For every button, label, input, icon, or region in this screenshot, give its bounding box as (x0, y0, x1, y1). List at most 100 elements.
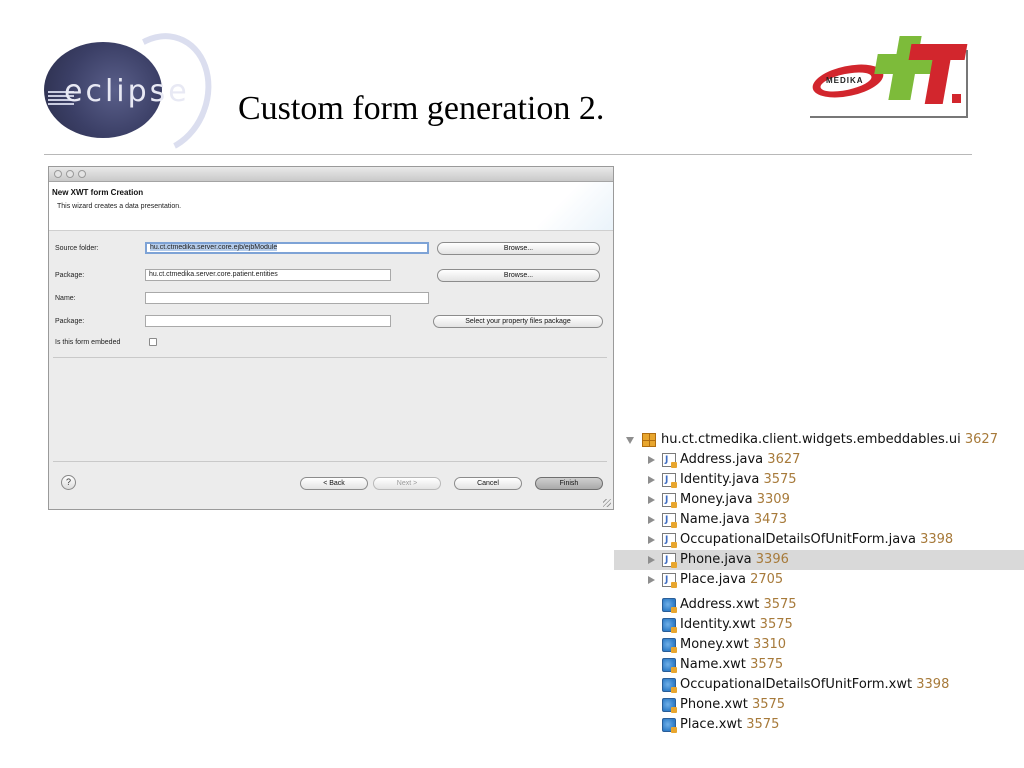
resize-grip-icon[interactable] (603, 499, 611, 507)
collapsed-arrow-icon[interactable] (648, 576, 655, 584)
tree-item-text: Address.xwt 3575 (680, 595, 797, 615)
tree-item-text: Phone.java 3396 (680, 550, 789, 570)
java-file-icon (662, 450, 677, 470)
java-file-icon (662, 550, 677, 570)
minimize-window-button[interactable] (66, 170, 74, 178)
eclipse-logo: eclipse (44, 18, 229, 170)
xwt-file-icon (662, 678, 677, 693)
collapsed-arrow-icon[interactable] (648, 496, 655, 504)
back-button[interactable]: < Back (300, 477, 368, 490)
package-label: Package: (55, 272, 85, 279)
name-input[interactable] (145, 292, 429, 304)
tree-item-name: Address.xwt (680, 597, 760, 612)
xwt-file-icon (662, 658, 677, 673)
finish-button[interactable]: Finish (535, 477, 603, 490)
tree-root-package[interactable]: hu.ct.ctmedika.client.widgets.embeddable… (614, 430, 1024, 450)
browse-package-button[interactable]: Browse... (437, 269, 600, 282)
tree-item-revision: 3627 (767, 452, 801, 467)
tree-item[interactable]: Money.java 3309 (614, 490, 1024, 510)
java-file-icon (662, 490, 677, 510)
tree-item-revision: 3309 (756, 492, 790, 507)
tree-item[interactable]: Money.xwt 3310 (614, 635, 1024, 655)
java-file-icon (662, 510, 677, 530)
tree-item-text: Name.java 3473 (680, 510, 787, 530)
browse-source-folder-button[interactable]: Browse... (437, 242, 600, 255)
expand-arrow-icon[interactable] (626, 437, 634, 444)
source-folder-input[interactable]: hu.ct.ctmedika.server.core.ejb/ejbModule (145, 242, 429, 254)
tree-item-revision: 3575 (750, 657, 784, 672)
header-divider (44, 154, 972, 155)
tree-item-revision: 3473 (753, 512, 787, 527)
tree-item-text: OccupationalDetailsOfUnitForm.xwt 3398 (680, 675, 949, 695)
tree-item[interactable]: Phone.xwt 3575 (614, 695, 1024, 715)
tree-item-name: Place.java (680, 572, 746, 587)
tree-item-name: Identity.java (680, 472, 760, 487)
tree-item-name: Identity.xwt (680, 617, 756, 632)
collapsed-arrow-icon[interactable] (648, 516, 655, 524)
tree-item-name: Money.java (680, 492, 753, 507)
tree-root-name: hu.ct.ctmedika.client.widgets.embeddable… (661, 432, 961, 447)
xwt-file-icon (662, 598, 677, 613)
property-package-input[interactable] (145, 315, 391, 327)
package-input[interactable]: hu.ct.ctmedika.server.core.patient.entit… (145, 269, 391, 281)
slide-title: Custom form generation 2. (238, 90, 605, 127)
tree-item-revision: 3398 (916, 677, 950, 692)
zoom-window-button[interactable] (78, 170, 86, 178)
tree-item-revision: 3310 (752, 637, 787, 652)
tree-item-selected[interactable]: Phone.java 3396 (614, 550, 1024, 570)
collapsed-arrow-icon[interactable] (648, 556, 655, 564)
tree-item-text: Address.java 3627 (680, 450, 800, 470)
tree-item[interactable]: Place.java 2705 (614, 570, 1024, 590)
ctmedika-logo-text: MEDIKA (826, 76, 864, 85)
tree-item-text: Place.java 2705 (680, 570, 783, 590)
collapsed-arrow-icon[interactable] (648, 456, 655, 464)
tree-item-revision: 3575 (759, 617, 793, 632)
close-window-button[interactable] (54, 170, 62, 178)
help-button[interactable]: ? (61, 475, 76, 490)
eclipse-logo-text: eclipse (64, 74, 190, 109)
tree-item-name: Phone.java (680, 552, 752, 567)
tree-item[interactable]: Address.xwt 3575 (614, 595, 1024, 615)
tree-item[interactable]: OccupationalDetailsOfUnitForm.xwt 3398 (614, 675, 1024, 695)
xwt-file-icon (662, 698, 677, 713)
footer-divider (53, 461, 607, 462)
tree-item-revision: 3575 (763, 597, 797, 612)
tree-item-text: Money.java 3309 (680, 490, 790, 510)
java-file-icon (662, 470, 677, 490)
tree-item-text: Phone.xwt 3575 (680, 695, 785, 715)
tree-item-revision: 2705 (750, 572, 784, 587)
cancel-button[interactable]: Cancel (454, 477, 522, 490)
tree-item[interactable]: Name.java 3473 (614, 510, 1024, 530)
next-button[interactable]: Next > (373, 477, 441, 490)
collapsed-arrow-icon[interactable] (648, 476, 655, 484)
banner-decoration (533, 182, 613, 230)
tree-item-name: Place.xwt (680, 717, 743, 732)
java-file-icon (662, 570, 677, 590)
tree-item-text: Identity.java 3575 (680, 470, 797, 490)
tree-item-name: Money.xwt (680, 637, 749, 652)
tree-item[interactable]: Address.java 3627 (614, 450, 1024, 470)
tree-item[interactable]: Place.xwt 3575 (614, 715, 1024, 735)
tree-item-text: Identity.xwt 3575 (680, 615, 793, 635)
ctmedika-dot (952, 94, 961, 103)
tree-item-revision: 3575 (751, 697, 786, 712)
embedded-checkbox[interactable] (149, 338, 157, 346)
tree-item[interactable]: Identity.java 3575 (614, 470, 1024, 490)
window-titlebar[interactable] (49, 167, 613, 182)
select-property-files-package-button[interactable]: Select your property files package (433, 315, 603, 328)
tree-item-revision: 3398 (920, 532, 954, 547)
tree-root-revision: 3627 (964, 432, 998, 447)
collapsed-arrow-icon[interactable] (648, 536, 655, 544)
tree-item[interactable]: Identity.xwt 3575 (614, 615, 1024, 635)
source-folder-value: hu.ct.ctmedika.server.core.ejb/ejbModule (150, 244, 278, 251)
tree-item-name: Phone.xwt (680, 697, 748, 712)
tree-item[interactable]: Name.xwt 3575 (614, 655, 1024, 675)
xwt-file-icon (662, 638, 677, 653)
source-folder-label: Source folder: (55, 245, 99, 252)
tree-item[interactable]: OccupationalDetailsOfUnitForm.java 3398 (614, 530, 1024, 550)
tree-item-name: Name.java (680, 512, 750, 527)
tree-root-text: hu.ct.ctmedika.client.widgets.embeddable… (661, 430, 998, 450)
tree-item-name: OccupationalDetailsOfUnitForm.xwt (680, 677, 913, 692)
tree-item-text: Name.xwt 3575 (680, 655, 783, 675)
xwt-file-icon (662, 718, 677, 733)
